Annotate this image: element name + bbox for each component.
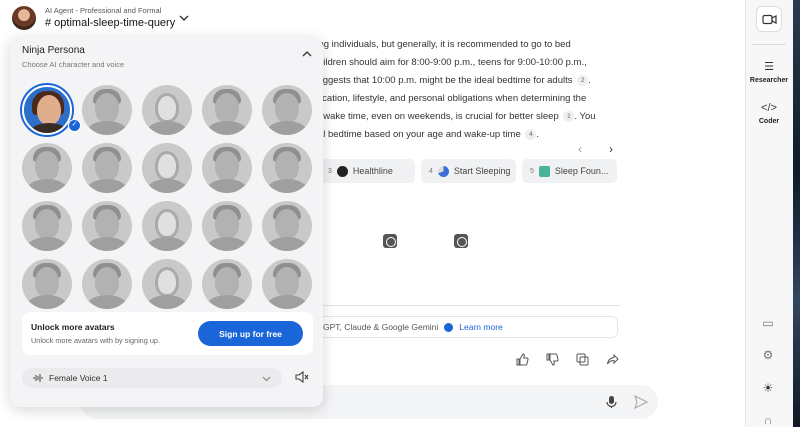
rail-researcher[interactable]: ☰ Researcher — [745, 60, 793, 84]
avatar-option[interactable] — [262, 259, 312, 309]
divider — [320, 305, 620, 306]
chevron-up-icon[interactable] — [302, 50, 312, 58]
thread-title: # optimal-sleep-time-query — [45, 17, 176, 29]
learn-more-link[interactable]: Learn more — [459, 322, 502, 332]
avatar-option[interactable] — [22, 201, 72, 251]
chevron-down-icon[interactable] — [178, 12, 190, 24]
rail-coder-label: Coder — [758, 118, 780, 125]
audio-wave-icon — [33, 374, 43, 382]
avatar-grid — [22, 85, 312, 309]
avatar-option[interactable] — [202, 201, 252, 251]
avatar-option[interactable] — [142, 143, 192, 193]
persona-title: Ninja Persona — [22, 45, 85, 56]
answer-line: among individuals, but generally, it is … — [300, 39, 571, 50]
headset-icon[interactable]: ∩ — [761, 413, 775, 427]
answer-line: dy suggests that 10:00 p.m. might be the… — [300, 75, 591, 86]
source-label: Start Sleeping — [453, 166, 511, 176]
speaker-mute-icon[interactable] — [295, 370, 309, 384]
avatar-option[interactable] — [142, 259, 192, 309]
rail-divider — [752, 44, 786, 45]
avatar-option[interactable] — [22, 143, 72, 193]
desktop-edge — [793, 0, 800, 427]
source-card-healthline[interactable]: 3 Healthline — [320, 159, 415, 183]
video-thumbnail-icon[interactable] — [454, 234, 468, 248]
code-icon: </> — [761, 102, 777, 114]
persona-panel: Ninja Persona Choose AI character and vo… — [10, 37, 323, 407]
answer-line: stent wake time, even on weekends, is cr… — [300, 111, 596, 122]
source-label: Sleep Foun... — [554, 166, 609, 176]
sources-prev-icon[interactable]: ‹ — [578, 142, 582, 156]
avatar-option[interactable] — [142, 201, 192, 251]
avatar-option[interactable] — [82, 143, 132, 193]
voice-select[interactable]: Female Voice 1 — [22, 368, 282, 388]
video-call-button[interactable] — [756, 6, 782, 32]
avatar-option[interactable] — [22, 259, 72, 309]
copy-icon[interactable] — [576, 353, 589, 366]
source-label: Healthline — [352, 166, 393, 176]
researcher-icon: ☰ — [764, 61, 774, 73]
microphone-icon[interactable] — [605, 395, 618, 409]
agent-avatar[interactable] — [12, 6, 36, 30]
avatar-option[interactable] — [202, 259, 252, 309]
source-number: 4 — [429, 167, 433, 175]
citation-badge[interactable]: 1 — [563, 111, 575, 122]
gear-icon[interactable]: ⚙ — [761, 348, 775, 362]
share-icon[interactable] — [606, 353, 619, 366]
avatar-option[interactable] — [22, 85, 72, 135]
avatar-option[interactable] — [82, 85, 132, 135]
source-card-start-sleeping[interactable]: 4 Start Sleeping — [421, 159, 516, 183]
citation-badge[interactable]: 2 — [577, 75, 589, 86]
avatar-option[interactable] — [142, 85, 192, 135]
citation-badge[interactable]: 4 — [525, 129, 537, 140]
avatar-option[interactable] — [262, 85, 312, 135]
source-number: 3 — [328, 167, 332, 175]
send-icon[interactable] — [634, 395, 648, 409]
chevron-down-icon — [262, 376, 271, 382]
promo-text: GPT, Claude & Google Gemini — [323, 322, 439, 332]
persona-subtitle: Choose AI character and voice — [22, 60, 125, 69]
source-card-sleep-foundation[interactable]: 5 Sleep Foun... — [522, 159, 617, 183]
avatar-option[interactable] — [262, 201, 312, 251]
thumbs-down-icon[interactable] — [546, 353, 559, 366]
sun-icon[interactable]: ☀ — [761, 381, 775, 395]
chat-header: AI Agent - Professional and Formal # opt… — [0, 0, 745, 38]
avatar-option[interactable] — [262, 143, 312, 193]
avatar-option[interactable] — [202, 85, 252, 135]
answer-line: ge children should aim for 8:00-9:00 p.m… — [300, 57, 587, 68]
checkmark-icon: ✓ — [68, 119, 81, 132]
play-circle-icon — [444, 322, 454, 332]
rail-researcher-label: Researcher — [749, 77, 789, 84]
unlock-avatars-box: Unlock more avatars Unlock more avatars … — [22, 312, 313, 355]
sign-up-button[interactable]: Sign up for free — [198, 321, 303, 346]
video-camera-icon — [762, 14, 777, 25]
healthline-icon — [336, 165, 348, 177]
unlock-subtitle: Unlock more avatars with by signing up. — [31, 336, 160, 345]
rail-coder[interactable]: </> Coder — [745, 102, 793, 125]
card-icon[interactable]: ▭ — [761, 316, 775, 330]
start-sleeping-icon — [437, 165, 449, 177]
thumbs-up-icon[interactable] — [516, 353, 529, 366]
sleep-foundation-icon — [538, 165, 550, 177]
avatar-option[interactable] — [82, 259, 132, 309]
voice-label: Female Voice 1 — [49, 373, 108, 383]
avatar-option[interactable] — [82, 201, 132, 251]
video-thumbnail-icon[interactable] — [383, 234, 397, 248]
model-promo-bar: GPT, Claude & Google Gemini Learn more — [300, 316, 618, 338]
answer-line: nic location, lifestyle, and personal ob… — [300, 93, 587, 104]
source-number: 5 — [530, 167, 534, 175]
unlock-title: Unlock more avatars — [31, 322, 115, 332]
avatar-option[interactable] — [202, 143, 252, 193]
agent-subtitle: AI Agent - Professional and Formal — [45, 6, 162, 15]
answer-text: among individuals, but generally, it is … — [300, 36, 630, 144]
message-actions — [516, 353, 619, 366]
sources-next-icon[interactable]: › — [609, 142, 613, 156]
